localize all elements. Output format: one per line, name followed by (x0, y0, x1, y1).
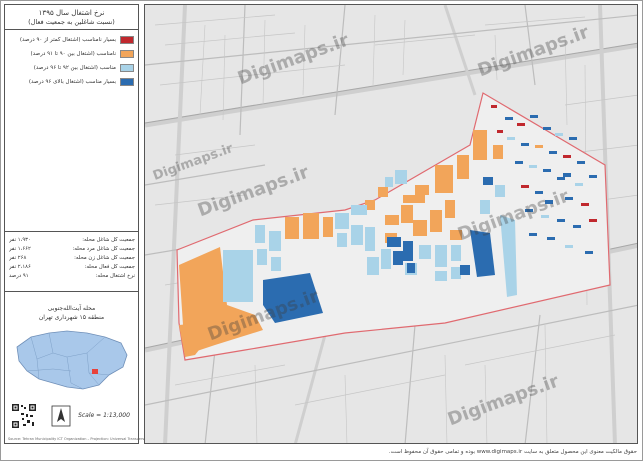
stat-value: ۲۶۸ نفر (9, 255, 27, 261)
stat-row: ۲۶۸ نفر جمعیت کل شاغل زن محله: (9, 254, 135, 263)
stat-row: ۹۱ درصد نرخ اشتغال محله: (9, 272, 135, 281)
stat-row: ۲،۱۸۶ نفر جمعیت کل فعال محله: (9, 263, 135, 272)
legend-label: مناسب (اشتغال بین ۹۲ تا ۹۶ درصد) (33, 65, 116, 71)
legend-panel: نرخ اشتغال سال ۱۳۹۵ (نسبت شاغلین به جمعی… (4, 4, 163, 444)
map-canvas (145, 5, 637, 443)
stat-value: ۹۱ درصد (9, 273, 29, 279)
stat-value: ۱،۹۳۰ نفر (9, 237, 31, 243)
divider (5, 291, 138, 292)
legend-item-very-good: بسیار مناسب (اشتغال بالای ۹۶ درصد) (9, 77, 134, 88)
legend-item-very-poor: بسیار نامناسب (اشتغال کمتر از ۹۰ درصد) (9, 35, 134, 46)
legend-swatch (120, 50, 134, 58)
legend-item-good: مناسب (اشتغال بین ۹۲ تا ۹۶ درصد) (9, 63, 134, 74)
stat-key: جمعیت کل شاغل محله: (82, 237, 135, 243)
legend-label: بسیار نامناسب (اشتغال کمتر از ۹۰ درصد) (19, 37, 116, 43)
legend-swatch (120, 64, 134, 72)
stat-row: ۱،۹۳۰ نفر جمعیت کل شاغل محله: (9, 236, 135, 245)
legend-label: بسیار مناسب (اشتغال بالای ۹۶ درصد) (28, 79, 116, 85)
source-credit: Source: Tehran Municipality ICT Organiza… (8, 437, 164, 441)
neighborhood-name: محله آیت‌الله‌جنوبی (47, 305, 96, 312)
divider (5, 29, 138, 30)
inset-locator-map (9, 323, 135, 397)
stat-key: جمعیت کل شاغل زن محله: (74, 255, 135, 261)
inset-highlight (92, 369, 98, 374)
stat-value: ۱،۶۶۲ نفر (9, 246, 31, 252)
map-scale: Scale = 1:13,000 (78, 412, 130, 419)
stat-value: ۲،۱۸۶ نفر (9, 264, 31, 270)
legend-subtitle: (نسبت شاغلین به جمعیت فعال) (28, 18, 115, 26)
legend-title: نرخ اشتغال سال ۱۳۹۵ (38, 9, 105, 17)
stat-key: جمعیت کل فعال محله: (84, 264, 135, 270)
legend-swatch (120, 78, 134, 86)
legend-item-poor: نامناسب (اشتغال بین ۹۰ تا ۹۱ درصد) (9, 49, 134, 60)
divider (5, 231, 138, 232)
map-view[interactable]: Digimaps.ir Digimaps.ir Digimaps.ir Digi… (144, 4, 638, 444)
stat-row: ۱،۶۶۲ نفر جمعیت کل شاغل مرد محله: (9, 245, 135, 254)
district-name: منطقه ۱۵ شهرداری تهران (38, 314, 105, 321)
copyright-notice: حقوق مالکیت معنوی این محصول متعلق به سای… (388, 449, 637, 455)
legend-label: نامناسب (اشتغال بین ۹۰ تا ۹۱ درصد) (30, 51, 117, 57)
north-arrow-icon (51, 405, 71, 427)
stat-key: جمعیت کل شاغل مرد محله: (72, 246, 135, 252)
qr-code-icon (11, 403, 37, 429)
stat-key: نرخ اشتغال محله: (95, 273, 135, 279)
legend-swatch (120, 36, 134, 44)
